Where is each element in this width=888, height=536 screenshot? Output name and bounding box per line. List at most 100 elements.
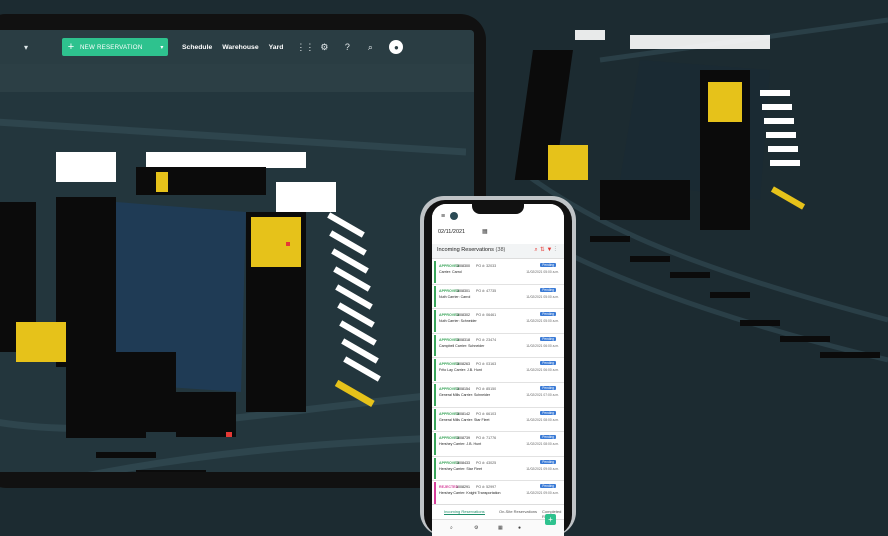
reservation-date: 11/02/2021 06:00 a.m. [526,368,559,373]
reservation-id: 1008301 [456,288,470,293]
settings-icon[interactable]: ⚙ [474,525,478,531]
reservation-date: 11/02/2021 08:00 a.m. [526,442,559,447]
user-icon[interactable]: ● [518,525,521,531]
status-indicator [434,482,436,504]
new-reservation-button[interactable]: + NEW RESERVATION ▾ [62,38,169,56]
reservation-po: PO #: 06461 [476,313,497,318]
reservation-po: PO #: 43025 [476,460,497,465]
apps-grid-icon[interactable]: ⋮⋮ [296,42,314,53]
reservation-vendor-carrier: Nuth Carrier: Schneider [439,319,477,324]
menu-icon[interactable]: ≡ [441,213,445,220]
angled-parking[interactable] [327,212,381,382]
tablet-screen: ▾ + NEW RESERVATION ▾ Schedule Warehouse… [0,30,474,472]
reservation-row[interactable]: REJECTED 1008291 PO #: 52997 Hershey Carrie… [432,481,564,506]
reservation-row[interactable]: APPROVED 1008154 PO #: 85150 General Mills … [432,383,564,408]
reservation-po: PO #: 32033 [476,264,497,268]
dock-row[interactable] [136,167,266,195]
status-indicator [434,310,436,332]
dock-row[interactable] [176,392,236,437]
reservation-tag: Pending [540,410,556,415]
calendar-icon[interactable]: ▦ [482,228,488,235]
dock-row[interactable] [66,352,176,432]
settings-icon[interactable]: ⚙ [319,42,329,53]
list-title-text: Incoming Reservations [437,247,494,253]
nav-schedule[interactable]: Schedule [182,44,212,51]
reservation-vendor-carrier: Hershey Carrier: J.B. Hunt [439,442,482,447]
reservation-date: 11/02/2021 09:00 a.m. [526,491,559,496]
reservation-date: 11/02/2021 07:00 a.m. [526,392,559,397]
reservation-po: PO #: 47735 [476,288,497,293]
reservation-date: 11/02/2021 06:00 a.m. [526,343,559,348]
status-indicator [434,383,436,406]
reservation-row[interactable]: APPROVED 1008301 PO #: 47735 Nuth Carrier: … [432,285,564,310]
occupied-slot-highlight[interactable] [251,217,301,267]
reservation-row[interactable]: APPROVED 1008433 PO #: 43025 Hershey Carrie… [432,457,564,482]
app-header: ▾ + NEW RESERVATION ▾ Schedule Warehouse… [0,30,474,64]
reservation-po: PO #: 52997 [476,485,497,490]
status-indicator [434,433,436,455]
reservation-date: 11/02/2021 05:00 a.m. [526,319,559,324]
search-icon[interactable]: ⌕ [365,42,375,53]
reservation-vendor-carrier: General Mills Carrier: Schneider [439,392,491,397]
date-field[interactable]: 02/11/2021 [438,229,465,235]
nav-warehouse[interactable]: Warehouse [222,44,258,51]
reservation-id: 1008318 [456,337,470,342]
phone-notch [472,204,524,214]
reservation-po: PO #: 03163 [476,362,497,367]
new-reservation-label: NEW RESERVATION [80,43,143,51]
reservation-po: PO #: 66103 [476,411,497,416]
tab-onsite-reservations[interactable]: On-Site Reservations [499,509,537,514]
menu-caret-icon[interactable]: ▾ [24,43,28,52]
status-indicator [434,285,436,308]
status-indicator [434,408,436,431]
parking-row[interactable] [146,152,306,168]
yard-map[interactable] [0,92,466,472]
reservation-id: 1008739 [456,436,470,441]
reservation-po: PO #: 71776 [476,436,497,441]
reservation-vendor-carrier: Hershey Carrier: Star Fleet [439,466,482,471]
help-icon[interactable]: ? [342,42,352,52]
reservation-list: APPROVED 1008300 PO #: 32033 Carrier: Carro… [432,260,564,506]
user-avatar-icon[interactable]: ● [389,40,404,54]
reservation-vendor-carrier: Nuth Carrier: Carrol [439,294,471,299]
reservation-id: 1008433 [456,460,470,465]
reservation-row[interactable]: APPROVED 1008263 PO #: 03163 Frito Lay Carr… [432,358,564,383]
reservation-date: 11/02/2021 08:00 a.m. [526,417,559,422]
reservation-tag: Pending [540,459,556,464]
status-indicator [434,334,436,357]
reservation-row[interactable]: APPROVED 1008739 PO #: 71776 Hershey Carrie… [432,432,564,457]
status-indicator [434,359,436,381]
reservation-id: 1008300 [456,264,470,268]
occupied-slot-highlight[interactable] [156,172,168,192]
reservation-row[interactable]: APPROVED 1008318 PO #: 23474 Campbell Carri… [432,334,564,359]
reservation-row[interactable]: APPROVED 1008300 PO #: 32033 Carrier: Carro… [432,260,564,285]
bottom-toolbar: ⌕ ⚙ ▦ ● + [432,514,564,536]
reservation-tag: Pending [540,361,556,366]
more-icon[interactable]: ⋮ [554,247,558,253]
reservation-tag: Pending [540,336,556,341]
tab-incoming-reservations[interactable]: Incoming Reservations [444,509,485,515]
parking-row[interactable] [56,152,116,182]
occupied-slot-highlight[interactable] [16,322,66,362]
search-icon[interactable]: ⌕ [450,525,453,531]
calendar-icon[interactable]: ▦ [498,525,503,531]
reservation-id: 1008302 [456,313,470,318]
reservation-row[interactable]: APPROVED 1008302 PO #: 06461 Nuth Carrier: … [432,309,564,334]
reservation-id: 1008291 [456,485,470,490]
parking-row[interactable] [276,182,336,212]
reservation-po: PO #: 85150 [476,386,497,391]
nav-yard[interactable]: Yard [269,44,284,51]
add-reservation-button[interactable]: + [545,514,556,525]
status-indicator [434,261,436,283]
reservation-row[interactable]: APPROVED 1008142 PO #: 66103 General Mills … [432,408,564,433]
chevron-down-icon[interactable]: ▾ [156,44,168,51]
reservation-tag: Pending [540,385,556,390]
list-count: (38) [495,247,506,253]
sort-icon[interactable]: ⇅ [540,247,547,253]
tablet-device: ▾ + NEW RESERVATION ▾ Schedule Warehouse… [0,14,486,488]
reservation-vendor-carrier: Campbell Carrier: Schneider [439,343,485,348]
reservation-tag: Pending [540,312,556,317]
reservation-vendor-carrier: Carrier: Carrol [439,270,462,274]
reservation-date: 11/02/2021 05:00 a.m. [526,294,559,299]
phone-device: ≡ 02/11/2021 ▦ Incoming Reservations (38… [420,196,576,536]
